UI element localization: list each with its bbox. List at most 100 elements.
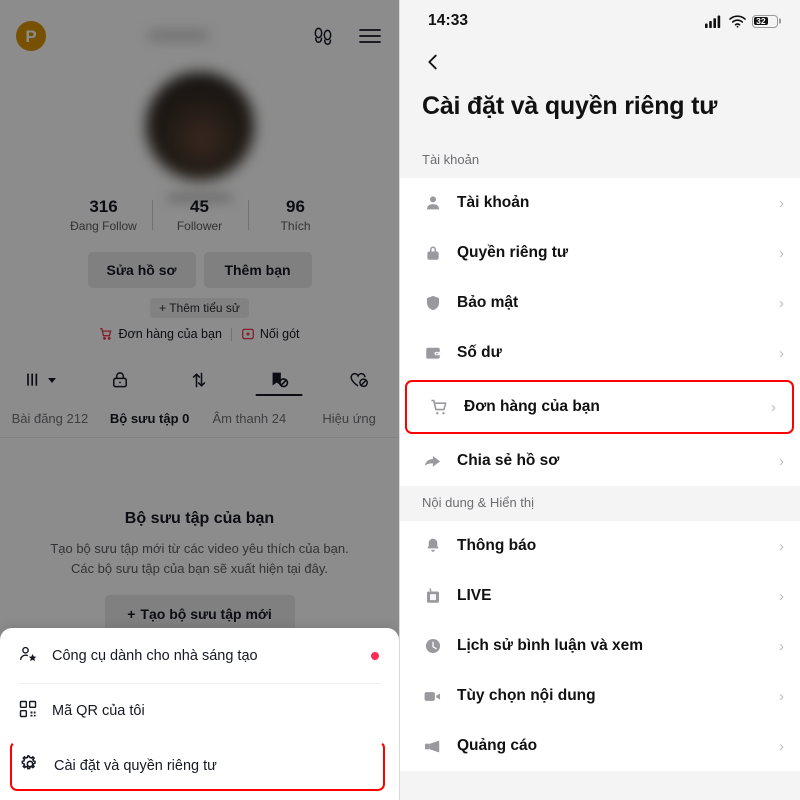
chevron-right-icon: › xyxy=(779,244,784,262)
chevron-right-icon: › xyxy=(779,194,784,212)
settings-row-your-orders[interactable]: Đơn hàng của bạn › xyxy=(405,380,794,434)
settings-row-account[interactable]: Tài khoản › xyxy=(400,178,800,228)
status-bar-time: 14:33 xyxy=(428,12,469,29)
settings-row-label: Số dư xyxy=(457,344,502,361)
heart-private-icon xyxy=(350,372,369,388)
settings-row-live[interactable]: LIVE › xyxy=(400,571,800,621)
sheet-item-settings-privacy[interactable]: Cài đặt và quyền riêng tư xyxy=(10,741,385,791)
tab-icon-collections[interactable] xyxy=(239,369,319,391)
add-bio-button[interactable]: + Thêm tiểu sử xyxy=(150,298,249,318)
qr-code-icon xyxy=(18,699,38,723)
tab-label-sounds[interactable]: Âm thanh 24 xyxy=(200,411,300,426)
settings-row-comment-watch-history[interactable]: Lịch sử bình luận và xem › xyxy=(400,621,800,671)
stat-value: 45 xyxy=(190,197,209,216)
share-arrow-icon xyxy=(422,452,443,471)
tab-icon-posts[interactable] xyxy=(0,370,80,390)
stat-following[interactable]: 316 Đang Follow xyxy=(56,196,152,233)
tab-icon-liked[interactable] xyxy=(319,369,399,391)
battery-icon: 32 xyxy=(752,14,778,28)
settings-row-label: Quảng cáo xyxy=(457,737,538,754)
sheet-item-label: Mã QR của tôi xyxy=(52,703,145,719)
stat-value: 316 xyxy=(89,197,118,216)
notification-dot xyxy=(371,651,379,660)
settings-row-ads[interactable]: Quảng cáo › xyxy=(400,721,800,771)
sheet-item-my-qr[interactable]: Mã QR của tôi xyxy=(18,683,381,738)
footprints-icon[interactable] xyxy=(311,24,335,48)
tab-label-effects[interactable]: Hiệu ứng xyxy=(299,411,399,426)
wifi-icon xyxy=(729,14,746,28)
divider xyxy=(230,327,232,341)
chevron-left-icon xyxy=(428,54,437,69)
repost-icon xyxy=(193,372,206,388)
section-group-content-display: Thông báo › LIVE › Lịch sử bình luận và … xyxy=(400,521,800,771)
profile-stats: 316 Đang Follow 45 Follower 96 Thích xyxy=(0,196,399,233)
chevron-right-icon: › xyxy=(779,344,784,362)
settings-row-privacy[interactable]: Quyền riêng tư › xyxy=(400,228,800,278)
settings-row-security[interactable]: Bảo mật › xyxy=(400,278,800,328)
shopping-cart-icon xyxy=(429,398,450,417)
left-profile-panel: P •••••••••• •••••••••••• 316 Đang Follo… xyxy=(0,0,400,800)
tab-label-collections[interactable]: Bộ sưu tập 0 xyxy=(100,411,200,426)
page-title: Cài đặt và quyền riêng tư xyxy=(422,92,718,120)
settings-row-label: Lịch sử bình luận và xem xyxy=(457,637,644,654)
plus-icon: + xyxy=(127,606,136,623)
settings-row-notifications[interactable]: Thông báo › xyxy=(400,521,800,571)
follow-link[interactable]: Nối gót xyxy=(241,327,300,341)
sheet-item-label: Cài đặt và quyền riêng tư xyxy=(54,758,217,774)
collection-private-icon xyxy=(272,372,289,388)
chevron-right-icon: › xyxy=(771,398,776,416)
tab-icon-private[interactable] xyxy=(80,370,160,390)
create-collection-label: Tạo bộ sưu tập mới xyxy=(140,606,272,623)
profile-topbar: P •••••••••• xyxy=(0,0,399,72)
shield-icon xyxy=(422,294,443,312)
chevron-right-icon: › xyxy=(779,452,784,470)
stat-likes[interactable]: 96 Thích xyxy=(247,196,344,234)
grid-columns-icon xyxy=(27,373,38,386)
your-orders-link[interactable]: Đơn hàng của bạn xyxy=(99,327,222,341)
avatar[interactable] xyxy=(145,72,254,180)
add-box-icon xyxy=(242,328,254,340)
settings-row-balance[interactable]: Số dư › xyxy=(400,328,800,378)
stat-value: 96 xyxy=(286,197,305,216)
empty-state-title: Bộ sưu tập của bạn xyxy=(124,510,275,527)
hamburger-menu-icon[interactable] xyxy=(357,23,383,49)
profile-avatar-block: •••••••••••• xyxy=(0,72,399,207)
section-header-account: Tài khoản xyxy=(400,143,800,178)
wallet-icon xyxy=(422,344,443,362)
video-camera-icon xyxy=(422,687,443,706)
chevron-down-icon xyxy=(47,378,56,383)
settings-row-label: Thông báo xyxy=(457,537,537,554)
back-button[interactable] xyxy=(422,51,444,78)
battery-level-label: 32 xyxy=(754,16,768,26)
clock-icon xyxy=(422,637,443,655)
add-friend-button[interactable]: Thêm bạn xyxy=(203,252,312,288)
follow-link-label: Nối gót xyxy=(259,327,300,341)
add-bio-row: + Thêm tiểu sử xyxy=(0,298,399,318)
live-tv-icon xyxy=(422,587,443,605)
status-bar-indicators: 32 xyxy=(705,14,778,28)
settings-row-label: Bảo mật xyxy=(457,294,519,311)
stat-label: Thích xyxy=(280,219,311,234)
empty-state-line1: Tạo bộ sưu tập mới từ các video yêu thíc… xyxy=(50,541,349,556)
shopping-cart-icon xyxy=(100,328,112,340)
empty-state-description: Tạo bộ sưu tập mới từ các video yêu thíc… xyxy=(0,539,399,579)
chevron-right-icon: › xyxy=(779,537,784,555)
settings-row-content-preferences[interactable]: Tùy chọn nội dung › xyxy=(400,671,800,721)
edit-profile-button[interactable]: Sửa hồ sơ xyxy=(87,252,196,288)
rewards-badge[interactable]: P xyxy=(16,21,46,51)
settings-row-share-profile[interactable]: Chia sẻ hồ sơ › xyxy=(400,436,800,486)
chevron-right-icon: › xyxy=(779,637,784,655)
profile-tab-labels: Bài đăng 212 Bộ sưu tập 0 Âm thanh 24 Hi… xyxy=(0,400,399,436)
settings-row-label: Tùy chọn nội dung xyxy=(457,687,596,704)
profile-action-buttons: Sửa hồ sơ Thêm bạn xyxy=(0,252,399,288)
tab-label-posts[interactable]: Bài đăng 212 xyxy=(0,411,100,426)
collections-empty-state: Bộ sưu tập của bạn Tạo bộ sưu tập mới từ… xyxy=(0,510,399,634)
profile-screen: P •••••••••• •••••••••••• 316 Đang Follo… xyxy=(0,0,399,800)
sheet-item-creator-tools[interactable]: Công cụ dành cho nhà sáng tạo xyxy=(18,628,381,683)
settings-row-label: Tài khoản xyxy=(457,194,530,211)
tab-icon-repost[interactable] xyxy=(160,370,240,390)
empty-state-line2: Các bộ sưu tập của bạn sẽ xuất hiện tại … xyxy=(70,561,329,577)
stat-followers[interactable]: 45 Follower xyxy=(151,196,248,233)
settings-row-label: Đơn hàng của bạn xyxy=(464,398,600,415)
sheet-item-label: Công cụ dành cho nhà sáng tạo xyxy=(52,647,258,664)
